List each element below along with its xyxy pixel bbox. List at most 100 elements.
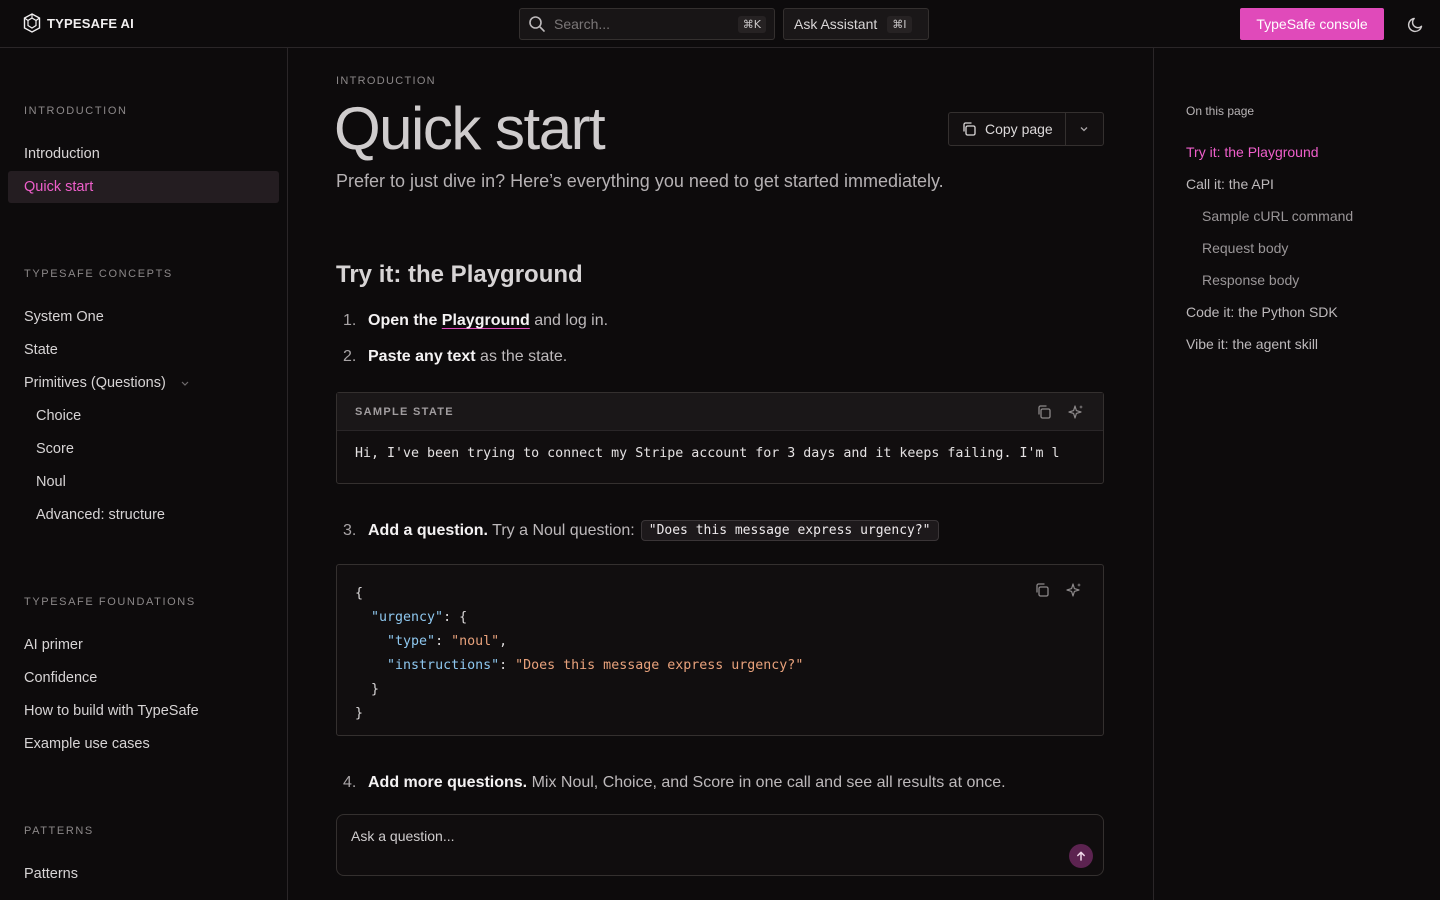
sidebar-item-ai-primer[interactable]: AI primer <box>8 629 279 661</box>
copy-icon <box>963 122 976 136</box>
section-heading: Try it: the Playground <box>336 261 583 288</box>
search-icon <box>529 16 545 32</box>
sample-state-text: Hi, I've been trying to connect my Strip… <box>355 446 1060 461</box>
sparkle-icon[interactable] <box>1065 581 1083 599</box>
copy-page-label: Copy page <box>985 121 1053 137</box>
sidebar-item-state[interactable]: State <box>8 334 279 366</box>
sample-state-header: SAMPLE STATE <box>337 393 1103 431</box>
sidebar-section-title: TYPESAFE FOUNDATIONS <box>24 596 196 608</box>
sidebar: INTRODUCTION Introduction Quick start TY… <box>0 48 288 900</box>
sidebar-item-label: Patterns <box>24 866 78 882</box>
step-item: 2. Paste any text as the state. <box>343 348 567 366</box>
sidebar-item-how-to-build[interactable]: How to build with TypeSafe <box>8 695 279 727</box>
sidebar-item-label: Score <box>36 441 74 457</box>
code-actions <box>1033 581 1083 599</box>
typesafe-logo-icon <box>23 13 41 33</box>
page-title: Quick start <box>334 95 606 162</box>
ask-assistant-shortcut: ⌘I <box>887 15 912 33</box>
json-code: { "urgency": { "type": "noul", "instruct… <box>355 582 803 726</box>
sidebar-item-label: How to build with TypeSafe <box>24 703 199 719</box>
step-bold: Open the <box>368 312 442 329</box>
sample-state-block: SAMPLE STATE Hi, I've been trying to con… <box>336 392 1104 484</box>
ask-assistant-label: Ask Assistant <box>794 16 878 32</box>
send-button[interactable] <box>1069 844 1093 868</box>
ask-question-input[interactable] <box>351 825 1051 847</box>
toc-item-curl[interactable]: Sample cURL command <box>1202 208 1353 224</box>
moon-icon[interactable] <box>1406 14 1426 34</box>
page-eyebrow: INTRODUCTION <box>336 75 436 87</box>
top-bar: TYPESAFE AI Search... ⌘K Ask Assistant ⌘… <box>0 0 1440 48</box>
sidebar-item-quick-start[interactable]: Quick start <box>8 171 279 203</box>
sidebar-section-title: PATTERNS <box>24 825 94 837</box>
toc-item-python-sdk[interactable]: Code it: the Python SDK <box>1186 304 1338 320</box>
chevron-down-icon <box>1080 127 1088 132</box>
typesafe-console-button[interactable]: TypeSafe console <box>1240 8 1384 40</box>
step-text: Mix Noul, Choice, and Score in one call … <box>527 774 1006 791</box>
toc-item-agent-skill[interactable]: Vibe it: the agent skill <box>1186 336 1318 352</box>
chevron-down-icon <box>181 381 189 386</box>
sidebar-item-label: Example use cases <box>24 736 150 752</box>
code-line: } <box>355 706 364 721</box>
copy-page-dropdown[interactable] <box>1066 113 1103 145</box>
sidebar-item-score[interactable]: Score <box>8 433 279 465</box>
sidebar-item-label: State <box>24 342 58 358</box>
json-code-block: { "urgency": { "type": "noul", "instruct… <box>336 564 1104 736</box>
main-content: INTRODUCTION Quick start Copy page Prefe… <box>288 48 1152 900</box>
sidebar-item-example-use-cases[interactable]: Example use cases <box>8 728 279 760</box>
sidebar-item-advanced-structure[interactable]: Advanced: structure <box>8 499 279 531</box>
ask-assistant-button[interactable]: Ask Assistant ⌘I <box>783 8 929 40</box>
toc-item-response-body[interactable]: Response body <box>1202 272 1299 288</box>
step-bold: Add more questions. <box>368 774 528 791</box>
sidebar-item-label: Choice <box>36 408 82 424</box>
search-placeholder: Search... <box>554 16 611 32</box>
sidebar-item-label: System One <box>24 309 104 325</box>
step-text: and log in. <box>529 312 609 329</box>
step-number: 1. <box>343 312 357 329</box>
step-text: as the state. <box>475 348 568 365</box>
step-item: 4. Add more questions. Mix Noul, Choice,… <box>343 774 1006 792</box>
copy-icon[interactable] <box>1035 403 1053 421</box>
sidebar-item-patterns[interactable]: Patterns <box>8 858 279 890</box>
table-of-contents: On this page Try it: the Playground Call… <box>1153 48 1440 900</box>
step-item: 3. Add a question. Try a Noul question: … <box>343 520 939 541</box>
copy-page-control: Copy page <box>948 112 1104 146</box>
sidebar-item-noul[interactable]: Noul <box>8 466 279 498</box>
sidebar-item-system-one[interactable]: System One <box>8 301 279 333</box>
step-bold: Paste any text <box>368 348 476 365</box>
sidebar-section-title: INTRODUCTION <box>24 105 128 117</box>
step-item: 1. Open the Playground and log in. <box>343 312 608 330</box>
code-line: "type": "noul", <box>387 634 508 649</box>
step-number: 4. <box>343 774 357 791</box>
code-line: "urgency": { <box>371 610 468 625</box>
sparkle-icon[interactable] <box>1067 403 1085 421</box>
step-number: 3. <box>343 521 357 539</box>
brand-logo[interactable]: TYPESAFE AI <box>23 13 134 33</box>
brand-name: TYPESAFE AI <box>47 15 134 31</box>
copy-page-button[interactable]: Copy page <box>949 113 1066 145</box>
step-text: Try a Noul question: <box>488 521 635 539</box>
toc-item-playground[interactable]: Try it: the Playground <box>1186 144 1319 160</box>
sidebar-item-primitives[interactable]: Primitives (Questions) <box>8 367 279 399</box>
step-number: 2. <box>343 348 357 365</box>
step-bold: Add a question. <box>368 521 488 539</box>
sidebar-item-label: Noul <box>36 474 66 490</box>
playground-link[interactable]: Playground <box>442 312 530 330</box>
toc-item-request-body[interactable]: Request body <box>1202 240 1288 256</box>
sidebar-item-label: Quick start <box>24 179 94 195</box>
toc-item-api[interactable]: Call it: the API <box>1186 176 1274 192</box>
arrow-up-icon <box>1077 851 1085 861</box>
sidebar-item-confidence[interactable]: Confidence <box>8 662 279 694</box>
code-line: } <box>371 682 380 697</box>
sidebar-item-label: Confidence <box>24 670 98 686</box>
sidebar-item-choice[interactable]: Choice <box>8 400 279 432</box>
sidebar-section-title: TYPESAFE CONCEPTS <box>24 268 173 280</box>
sidebar-item-introduction[interactable]: Introduction <box>8 138 279 170</box>
sidebar-item-label: Primitives (Questions) <box>24 375 166 391</box>
copy-icon[interactable] <box>1033 581 1051 599</box>
sidebar-item-label: Advanced: structure <box>36 507 165 523</box>
sample-state-title: SAMPLE STATE <box>355 405 454 418</box>
inline-code: "Does this message express urgency?" <box>640 520 939 541</box>
toc-title: On this page <box>1186 104 1255 118</box>
search-shortcut: ⌘K <box>737 15 766 33</box>
search-input[interactable]: Search... ⌘K <box>519 8 775 40</box>
